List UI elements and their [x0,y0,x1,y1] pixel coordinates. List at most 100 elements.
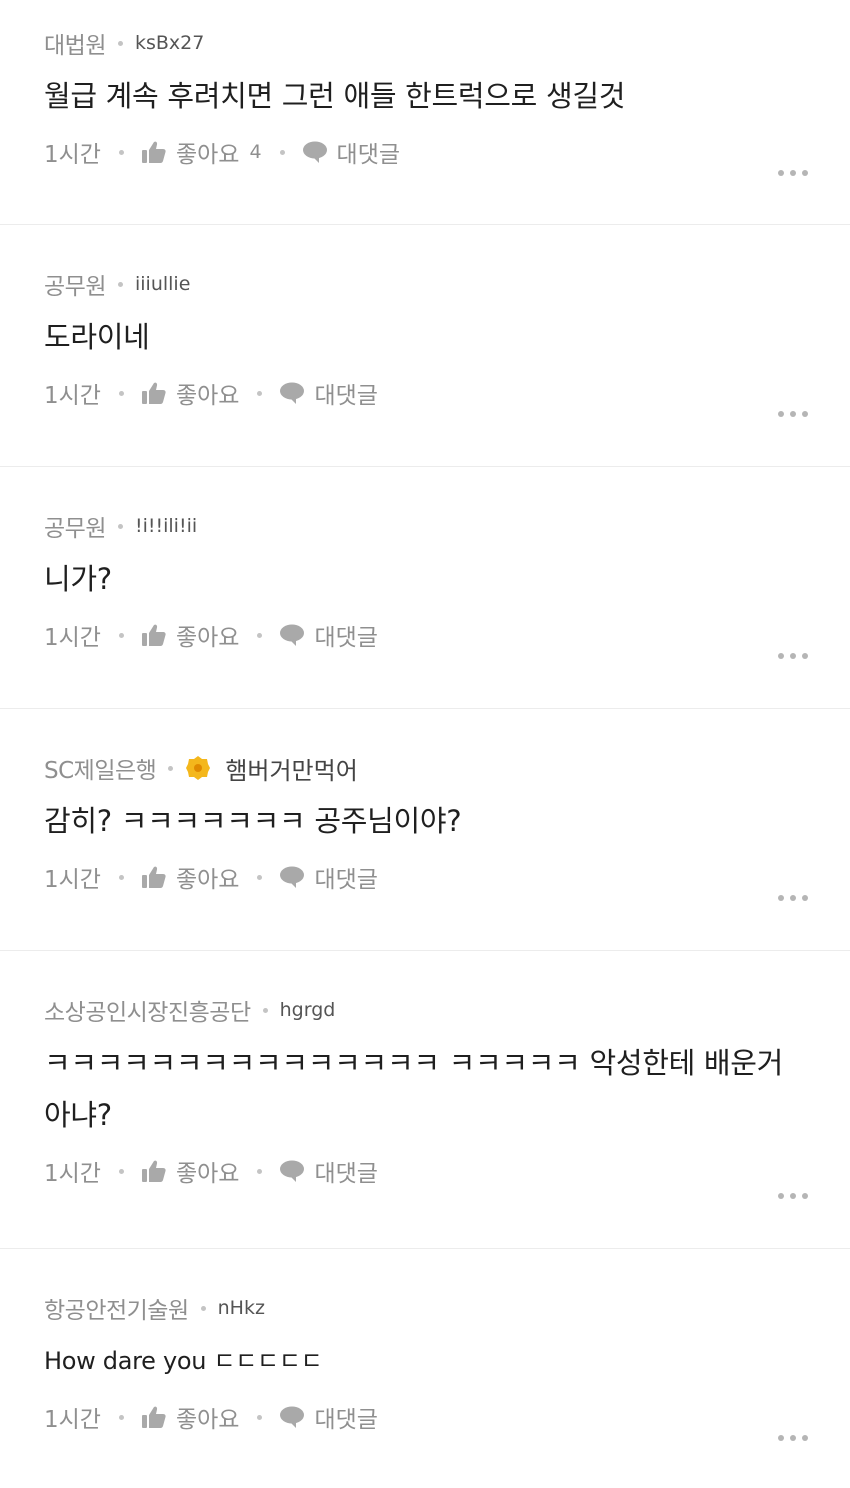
thumbs-up-icon [141,866,166,888]
company-name: 소상공인시장진흥공단 [44,1000,251,1026]
speech-bubble-icon [302,141,327,163]
comment-actions: 1시간 좋아요 대댓글 [44,615,806,655]
comment-meta: SC제일은행 햄버거만먹어 [44,751,806,786]
reply-label: 대댓글 [314,1161,378,1187]
nickname[interactable]: iiiullie [135,273,190,295]
timestamp: 1시간 [44,1407,101,1433]
comment-item: 소상공인시장진흥공단 hgrgd ㅋㅋㅋㅋㅋㅋㅋㅋㅋㅋㅋㅋㅋㅋㅋ ㅋㅋㅋㅋㅋ 악… [0,951,850,1249]
comment-text: 감히? ㅋㅋㅋㅋㅋㅋㅋ 공주님이야? [44,804,462,838]
separator-dot [257,632,263,638]
reply-label: 대댓글 [314,867,378,893]
reply-button[interactable]: 대댓글 [280,1154,378,1188]
timestamp: 1시간 [44,383,101,409]
separator-dot [118,632,124,638]
separator-dot [257,874,263,880]
company-name: 공무원 [44,516,106,542]
speech-bubble-icon [280,1406,305,1428]
nickname[interactable]: nHkz [218,1297,265,1319]
nickname[interactable]: 햄버거만먹어 [225,751,357,786]
thumbs-up-icon [141,624,166,646]
separator-dot [117,523,123,529]
comment-actions: 1시간 좋아요 대댓글 [44,857,806,897]
timestamp: 1시간 [44,1161,101,1187]
comment-item: 대법원 ksBx27 월급 계속 후려치면 그런 애들 한트럭으로 생길것 1시… [0,0,850,225]
like-count: 4 [249,141,262,163]
reply-button[interactable]: 대댓글 [280,860,378,894]
more-dots-icon[interactable] [778,1433,808,1443]
like-button[interactable]: 좋아요 [141,618,240,652]
reply-label: 대댓글 [336,142,401,168]
reply-label: 대댓글 [314,625,378,651]
comment-text: 니가? [44,562,112,596]
timestamp: 1시간 [44,625,101,651]
comment-item: 항공안전기술원 nHkz How dare you ㄷㄷㄷㄷㄷ 1시간 좋아요 … [0,1249,850,1488]
separator-dot [257,1414,263,1420]
speech-bubble-icon [280,382,305,404]
separator-dot [118,390,124,396]
company-name: SC제일은행 [44,758,157,784]
company-name: 항공안전기술원 [44,1298,189,1324]
separator-dot [262,1007,268,1013]
more-dots-icon[interactable] [778,651,808,661]
separator-dot [257,390,263,396]
separator-dot [257,1168,263,1174]
separator-dot [118,149,124,155]
comment-actions: 1시간 좋아요 4 대댓글 [44,132,806,172]
comment-meta: 공무원 iiiullie [44,269,806,300]
comment-meta: 공무원 !i!!ili!ii [44,511,806,542]
comment-text: How dare you ㄷㄷㄷㄷㄷ [44,1347,323,1375]
like-button[interactable]: 좋아요 [141,1400,240,1434]
separator-dot [200,1305,206,1311]
comment-meta: 대법원 ksBx27 [44,28,806,59]
like-label: 좋아요 [175,142,240,168]
speech-bubble-icon [280,624,305,646]
nickname[interactable]: hgrgd [280,999,336,1021]
like-label: 좋아요 [175,1161,240,1187]
thumbs-up-icon [141,1160,166,1182]
reply-button[interactable]: 대댓글 [280,1400,378,1434]
more-dots-icon[interactable] [778,1191,808,1201]
like-label: 좋아요 [175,1407,240,1433]
separator-dot [118,874,124,880]
reply-button[interactable]: 대댓글 [280,376,378,410]
more-dots-icon[interactable] [778,893,808,903]
more-dots-icon[interactable] [778,168,808,178]
like-button[interactable]: 좋아요 4 [141,135,262,169]
speech-bubble-icon [280,866,305,888]
comment-item: SC제일은행 햄버거만먹어 감히? ㅋㅋㅋㅋㅋㅋㅋ 공주님이야? 1시간 좋아요 [0,709,850,951]
reply-label: 대댓글 [314,1407,378,1433]
separator-dot [168,765,174,771]
comment-meta: 소상공인시장진흥공단 hgrgd [44,995,806,1026]
like-button[interactable]: 좋아요 [141,860,240,894]
timestamp: 1시간 [44,142,101,168]
nickname[interactable]: !i!!ili!ii [135,515,197,537]
like-label: 좋아요 [175,625,240,651]
thumbs-up-icon [141,382,166,404]
nickname[interactable]: ksBx27 [135,32,204,54]
comment-text: 도라이네 [44,320,150,354]
separator-dot [117,281,123,287]
comment-meta: 항공안전기술원 nHkz [44,1293,806,1324]
like-button[interactable]: 좋아요 [141,376,240,410]
reply-button[interactable]: 대댓글 [302,135,401,169]
like-label: 좋아요 [175,383,240,409]
speech-bubble-icon [280,1160,305,1182]
separator-dot [279,149,285,155]
comment-item: 공무원 !i!!ili!ii 니가? 1시간 좋아요 대댓글 [0,467,850,709]
comment-text: 월급 계속 후려치면 그런 애들 한트럭으로 생길것 [44,79,626,113]
comment-actions: 1시간 좋아요 대댓글 [44,373,806,413]
like-label: 좋아요 [175,867,240,893]
reply-label: 대댓글 [314,383,378,409]
timestamp: 1시간 [44,867,101,893]
company-name: 공무원 [44,274,106,300]
comment-item: 공무원 iiiullie 도라이네 1시간 좋아요 대댓글 [0,225,850,467]
gold-badge-icon [185,755,211,781]
comment-actions: 1시간 좋아요 대댓글 [44,1151,806,1191]
like-button[interactable]: 좋아요 [141,1154,240,1188]
separator-dot [118,1414,124,1420]
separator-dot [117,40,123,46]
thumbs-up-icon [141,1406,166,1428]
separator-dot [118,1168,124,1174]
reply-button[interactable]: 대댓글 [280,618,378,652]
more-dots-icon[interactable] [778,409,808,419]
